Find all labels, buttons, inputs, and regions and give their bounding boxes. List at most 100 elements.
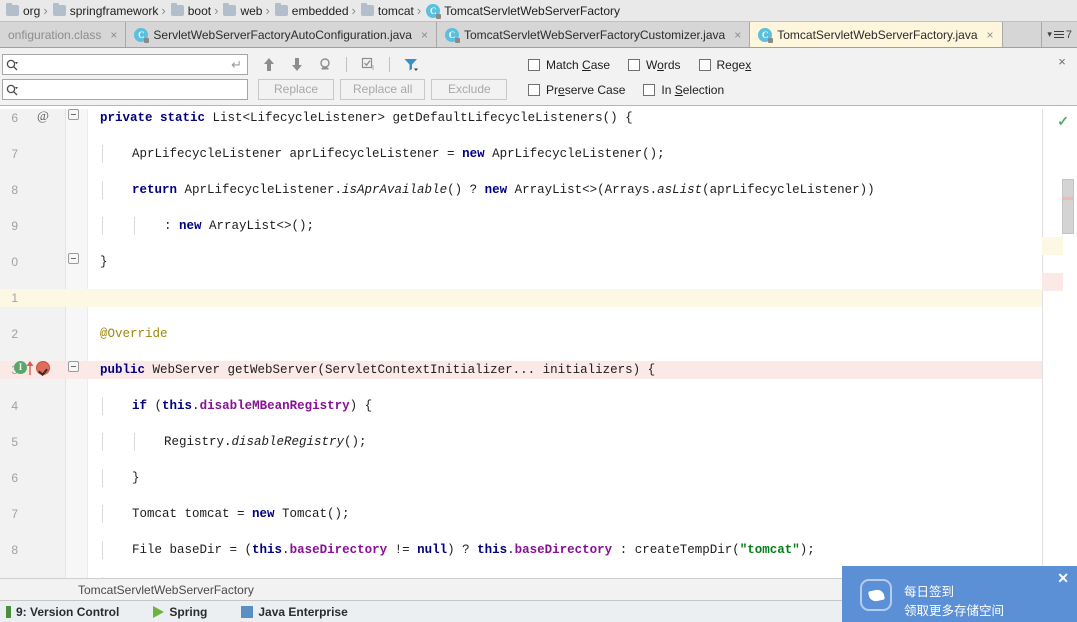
code-editor[interactable]: 6 @ private static List<LifecycleListener>… xyxy=(0,109,1077,586)
line-number[interactable]: 1 xyxy=(0,289,18,307)
breadcrumb-item-springframework[interactable]: springframework xyxy=(49,0,161,21)
fold-toggle-icon[interactable] xyxy=(68,109,79,120)
checkbox-box[interactable] xyxy=(628,58,641,71)
select-all-occurrences-icon[interactable] xyxy=(359,56,377,74)
code-line[interactable]: 2 @Override xyxy=(0,325,1042,343)
code-token: private xyxy=(100,111,161,125)
code-token: "tomcat" xyxy=(739,543,800,557)
breadcrumb-item-embedded[interactable]: embedded xyxy=(271,0,351,21)
close-icon[interactable]: ✕ xyxy=(1057,570,1069,587)
status-bar-item-spring[interactable]: Spring xyxy=(153,605,207,619)
code-token: : xyxy=(164,219,180,233)
code-line[interactable]: 3Ipublic WebServer getWebServer(ServletC… xyxy=(0,361,1042,379)
replace-search-icon[interactable] xyxy=(5,83,21,97)
code-line[interactable]: 1 xyxy=(0,289,1042,307)
code-token: baseDirectory xyxy=(514,543,613,557)
folder-icon xyxy=(223,3,237,16)
line-number[interactable]: 5 xyxy=(0,433,18,451)
code-line[interactable]: 0} xyxy=(0,253,1042,271)
code-line[interactable]: 6 @ private static List<LifecycleListener>… xyxy=(0,109,1042,127)
checkbox-box[interactable] xyxy=(528,58,540,71)
checkbox-in-selection[interactable]: In Selection xyxy=(643,83,724,97)
line-number[interactable]: 7 xyxy=(0,145,18,163)
checkbox-regex[interactable]: Regex xyxy=(698,58,751,72)
notification-toast[interactable]: 每日签到 领取更多存储空间 ✕ xyxy=(842,566,1077,622)
inspection-status-icon[interactable]: ✓ xyxy=(1057,113,1069,130)
scrollbar-thumb[interactable] xyxy=(1062,179,1074,234)
editor-tab[interactable]: onfiguration.class × xyxy=(0,22,127,47)
replace-all-button[interactable]: Replace all xyxy=(340,79,426,100)
code-line[interactable]: 7 AprLifecycleListener aprLifecycleListen… xyxy=(0,145,1042,163)
code-token: ) { xyxy=(349,399,373,413)
find-previous-icon[interactable] xyxy=(260,56,278,74)
line-number[interactable]: 8 xyxy=(0,541,18,559)
line-number[interactable]: 7 xyxy=(0,505,18,523)
checkbox-words[interactable]: Words xyxy=(628,58,681,72)
replace-button[interactable]: Replace xyxy=(258,79,334,100)
code-line[interactable]: 8 File baseDir = (this.baseDirectory != n… xyxy=(0,541,1042,559)
editor-tab[interactable]: C TomcatServletWebServerFactoryCustomizer… xyxy=(437,22,751,47)
checkbox-box[interactable] xyxy=(643,83,656,96)
status-bar-item-java-enterprise[interactable]: Java Enterprise xyxy=(241,605,348,619)
toolbar-separator xyxy=(346,57,347,72)
breadcrumb-item-tomcatservletwebserverfactory[interactable]: C TomcatServletWebServerFactory xyxy=(422,0,622,21)
line-number[interactable]: 9 xyxy=(0,217,18,235)
filter-icon[interactable] xyxy=(402,56,420,74)
checkbox-box[interactable] xyxy=(698,58,711,71)
code-content[interactable]: 6 @ private static List<LifecycleListener>… xyxy=(0,109,1042,586)
line-number[interactable]: 8 xyxy=(0,181,18,199)
code-token: AprLifecycleListener. xyxy=(184,183,343,197)
editor-tab[interactable]: C TomcatServletWebServerFactory.java × xyxy=(750,22,1003,47)
breadcrumb-item-org[interactable]: org xyxy=(2,0,42,21)
code-line[interactable]: 4 if (this.disableMBeanRegistry) { xyxy=(0,397,1042,415)
annotation-gutter-icon[interactable]: @ xyxy=(36,109,50,123)
search-field-wrapper[interactable]: ↵ xyxy=(2,54,248,75)
replace-field-wrapper[interactable] xyxy=(2,79,248,100)
code-line[interactable]: 5 Registry.disableRegistry(); xyxy=(0,433,1042,451)
enter-icon: ↵ xyxy=(231,56,242,72)
code-token: () ? xyxy=(447,183,485,197)
marker-bar[interactable]: ✓ xyxy=(1042,109,1077,586)
line-number[interactable]: 4 xyxy=(0,397,18,415)
find-all-icon[interactable] xyxy=(316,56,334,74)
checkbox-match-case[interactable]: Match Case xyxy=(528,58,610,72)
code-token: Registry. xyxy=(164,435,232,449)
search-input[interactable] xyxy=(21,56,230,73)
line-number[interactable]: 0 xyxy=(0,253,18,271)
breakpoint-icon[interactable] xyxy=(36,361,50,375)
find-next-icon[interactable] xyxy=(288,56,306,74)
close-tab-icon[interactable]: × xyxy=(987,28,994,42)
close-tab-icon[interactable]: × xyxy=(734,28,741,42)
code-token: . xyxy=(192,399,200,413)
exclude-button[interactable]: Exclude xyxy=(431,79,508,100)
code-line[interactable]: 6} xyxy=(0,469,1042,487)
close-find-icon[interactable]: × xyxy=(1055,55,1069,69)
breadcrumb-item-boot[interactable]: boot xyxy=(167,0,213,21)
code-token: . xyxy=(507,543,515,557)
fold-toggle-icon[interactable] xyxy=(68,253,79,264)
code-token: ); xyxy=(799,543,815,557)
code-line[interactable]: 9: new ArrayList<>(); xyxy=(0,217,1042,235)
status-bar-item-label: 9: Version Control xyxy=(16,604,120,619)
search-icon[interactable] xyxy=(5,58,21,72)
line-number[interactable]: 2 xyxy=(0,325,18,343)
replace-input[interactable] xyxy=(21,81,247,98)
fold-toggle-icon[interactable] xyxy=(68,361,79,372)
checkbox-preserve-case[interactable]: Preserve Case xyxy=(528,83,625,97)
code-line-text: if (this.disableMBeanRegistry) { xyxy=(132,397,372,415)
checkbox-box[interactable] xyxy=(528,83,540,96)
line-number[interactable]: 6 xyxy=(0,109,18,127)
editor-tab-label: onfiguration.class xyxy=(8,28,102,42)
code-token: baseDirectory xyxy=(289,543,388,557)
close-tab-icon[interactable]: × xyxy=(110,28,117,42)
editor-tab[interactable]: C ServletWebServerFactoryAutoConfiguratio… xyxy=(126,22,437,47)
code-line[interactable]: 8 return AprLifecycleListener.isAprAvaila… xyxy=(0,181,1042,199)
close-tab-icon[interactable]: × xyxy=(421,28,428,42)
status-bar-item-version-control[interactable]: 9: Version Control xyxy=(6,605,119,619)
breadcrumb-item-web[interactable]: web xyxy=(219,0,264,21)
breadcrumb-item-tomcat[interactable]: tomcat xyxy=(357,0,416,21)
line-number[interactable]: 6 xyxy=(0,469,18,487)
code-line[interactable]: 7 Tomcat tomcat = new Tomcat(); xyxy=(0,505,1042,523)
tab-list-button[interactable]: ▾ 7 xyxy=(1041,22,1077,47)
code-token: @Override xyxy=(100,327,168,341)
